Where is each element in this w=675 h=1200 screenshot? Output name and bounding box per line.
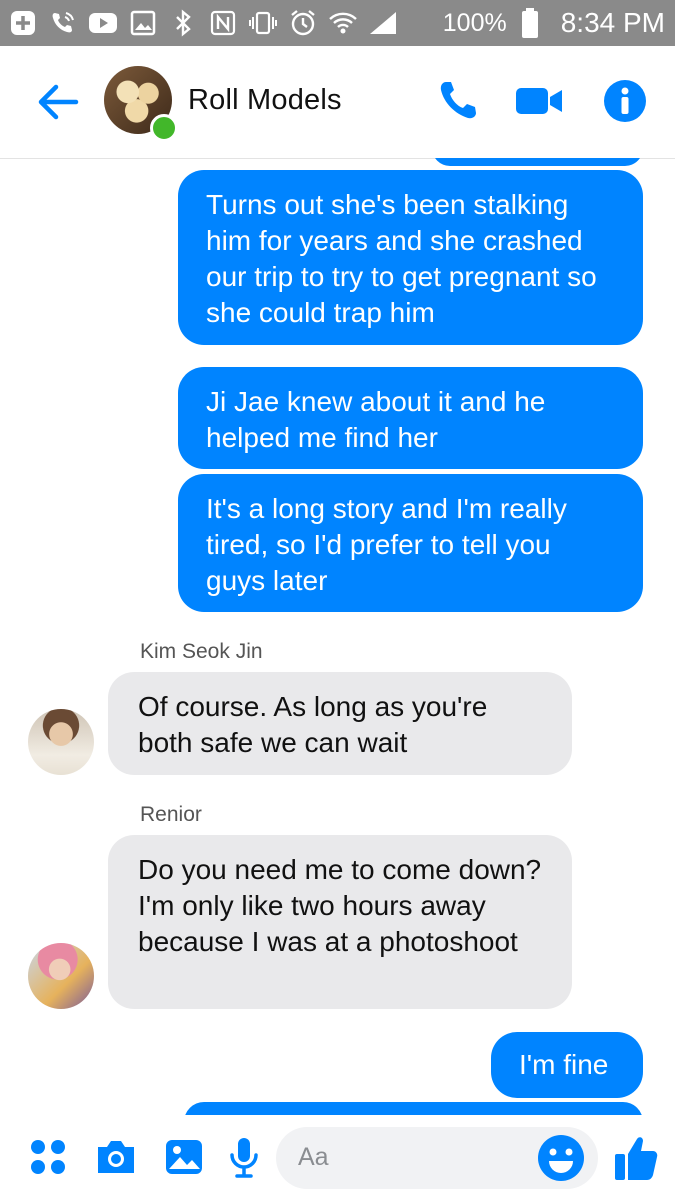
sender-name: Renior: [140, 803, 202, 826]
avatar[interactable]: [28, 709, 94, 775]
message-text: Of course. As long as you're both safe w…: [138, 691, 488, 758]
signal-icon: [368, 8, 398, 38]
back-arrow-icon: [38, 84, 79, 120]
info-icon: [604, 80, 646, 122]
conversation-header: Roll Models: [0, 46, 675, 159]
plus-box-icon: [8, 8, 38, 38]
phone-icon: [440, 82, 476, 119]
apps-icon: [31, 1140, 65, 1174]
message-bubble-incoming[interactable]: Do you need me to come down? I'm only li…: [108, 835, 572, 1009]
voice-call-button[interactable]: [434, 76, 484, 126]
message-bubble-clipped[interactable]: [432, 158, 643, 166]
wifi-call-icon: [48, 8, 78, 38]
youtube-icon: [88, 8, 118, 38]
more-actions-button[interactable]: [24, 1133, 72, 1181]
composer-bar: Aa: [0, 1115, 675, 1200]
gallery-icon: [166, 1140, 202, 1174]
back-button[interactable]: [34, 80, 82, 124]
message-input[interactable]: Aa: [276, 1127, 598, 1189]
status-icons-right: 100% 8:34 PM: [443, 0, 665, 46]
info-button[interactable]: [600, 76, 650, 126]
message-bubble-outgoing[interactable]: I'm fine: [491, 1032, 643, 1098]
microphone-icon: [230, 1138, 258, 1178]
online-indicator: [150, 114, 178, 142]
message-bubble-clipped[interactable]: [184, 1102, 643, 1115]
like-button[interactable]: [612, 1133, 662, 1181]
message-text: I'm fine: [519, 1049, 609, 1080]
camera-button[interactable]: [92, 1133, 140, 1181]
status-icons-left: [8, 0, 398, 46]
message-bubble-outgoing[interactable]: Ji Jae knew about it and he helped me fi…: [178, 367, 643, 469]
video-call-button[interactable]: [514, 76, 564, 126]
message-bubble-outgoing[interactable]: Turns out she's been stalking him for ye…: [178, 170, 643, 345]
message-text: Do you need me to come down? I'm only li…: [138, 854, 542, 957]
nfc-icon: [208, 8, 238, 38]
gallery-button[interactable]: [160, 1133, 208, 1181]
bluetooth-icon: [168, 8, 198, 38]
message-text: Turns out she's been stalking him for ye…: [206, 189, 597, 328]
emoji-icon: [538, 1135, 584, 1181]
message-bubble-incoming[interactable]: Of course. As long as you're both safe w…: [108, 672, 572, 775]
wifi-icon: [328, 8, 358, 38]
vibrate-icon: [248, 8, 278, 38]
image-icon: [128, 8, 158, 38]
camera-icon: [98, 1141, 134, 1173]
battery-percent: 100%: [442, 8, 507, 37]
message-text: It's a long story and I'm really tired, …: [206, 493, 567, 596]
sender-name: Kim Seok Jin: [140, 640, 263, 663]
video-call-icon: [516, 88, 562, 114]
alarm-icon: [288, 8, 318, 38]
battery-icon: [515, 8, 545, 38]
status-bar: 100% 8:34 PM: [0, 0, 675, 46]
avatar[interactable]: [28, 943, 94, 1009]
conversation-title[interactable]: Roll Models: [188, 84, 342, 117]
message-bubble-outgoing[interactable]: It's a long story and I'm really tired, …: [178, 474, 643, 612]
voice-message-button[interactable]: [220, 1133, 268, 1181]
input-placeholder: Aa: [298, 1143, 329, 1171]
like-thumb-icon: [615, 1137, 658, 1180]
message-list[interactable]: Turns out she's been stalking him for ye…: [0, 158, 675, 1115]
message-text: Ji Jae knew about it and he helped me fi…: [206, 386, 546, 453]
emoji-button[interactable]: [536, 1133, 586, 1183]
clock: 8:34 PM: [560, 7, 665, 38]
